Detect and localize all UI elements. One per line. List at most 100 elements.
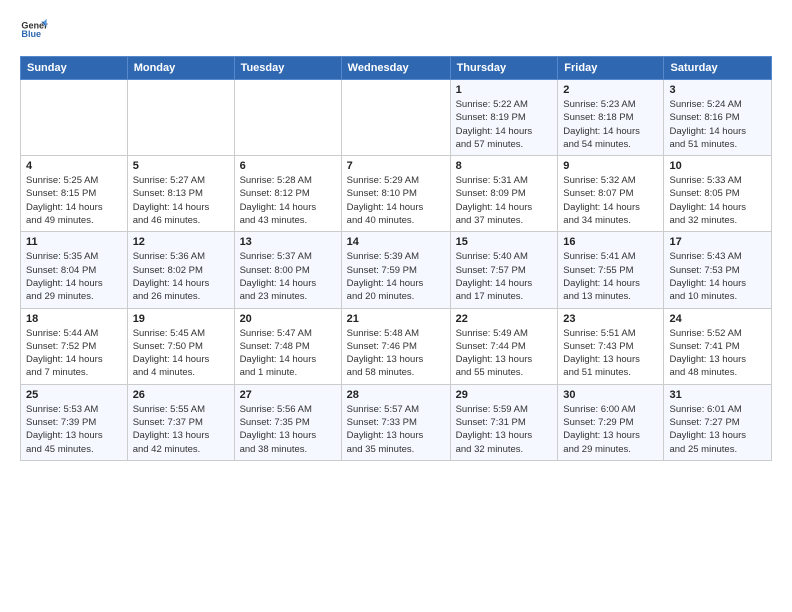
day-info: Sunrise: 5:36 AM Sunset: 8:02 PM Daylight:…: [133, 250, 229, 303]
daylight-hours: Daylight: 14 hours: [563, 202, 640, 213]
sunrise-time: Sunrise: 5:43 AM: [669, 251, 741, 262]
calendar-cell: 21Sunrise: 5:48 AMSunset: 7:46 PMDayligh…: [341, 308, 450, 384]
calendar-table: Sunday Monday Tuesday Wednesday Thursday…: [20, 56, 772, 461]
calendar-cell: 2Sunrise: 5:23 AMSunset: 8:18 PMDaylight…: [558, 80, 664, 156]
sunset-time: Sunset: 7:44 PM: [456, 341, 526, 352]
day-info: Sunrise: 5:49 AMSunset: 7:44 PMDaylight:…: [456, 327, 553, 380]
day-info-continuation: and 32 minutes.: [456, 444, 524, 455]
sunrise-time: Sunrise: 5:59 AM: [456, 404, 528, 415]
day-info: Sunrise: 5:57 AMSunset: 7:33 PMDaylight:…: [347, 403, 445, 456]
daylight-hours: Daylight: 14 hours: [240, 278, 317, 289]
sunrise-time: Sunrise: 5:36 AM: [133, 251, 205, 262]
sunrise-time: Sunrise: 5:57 AM: [347, 404, 419, 415]
sunset-time: Sunset: 7:53 PM: [669, 265, 739, 276]
calendar-cell: [21, 80, 128, 156]
day-info-continuation: and 37 minutes.: [456, 215, 524, 226]
calendar-cell: 16Sunrise: 5:41 AMSunset: 7:55 PMDayligh…: [558, 232, 664, 308]
daylight-hours: Daylight: 14 hours: [240, 202, 317, 213]
day-number: 13: [240, 236, 336, 248]
calendar-cell: [127, 80, 234, 156]
sunset-time: Sunset: 7:46 PM: [347, 341, 417, 352]
day-info-continuation: and 25 minutes.: [669, 444, 737, 455]
day-info: Sunrise: 5:44 AMSunset: 7:52 PMDaylight:…: [26, 327, 122, 380]
calendar-cell: 15Sunrise: 5:40 AMSunset: 7:57 PMDayligh…: [450, 232, 558, 308]
day-info-continuation: and 51 minutes.: [563, 367, 631, 378]
sunrise-time: Sunrise: 5:51 AM: [563, 328, 635, 339]
day-info-continuation: and 40 minutes.: [347, 215, 415, 226]
calendar-cell: 10Sunrise: 5:33 AMSunset: 8:05 PMDayligh…: [664, 156, 772, 232]
daylight-hours: Daylight: 14 hours: [133, 278, 210, 289]
day-info: Sunrise: 5:35 AMSunset: 8:04 PMDaylight:…: [26, 250, 122, 303]
day-number: 5: [133, 160, 229, 172]
day-number: 26: [133, 389, 229, 401]
daylight-hours: Daylight: 13 hours: [240, 430, 317, 441]
header-sunday: Sunday: [21, 57, 128, 80]
day-info-continuation: and 29 minutes.: [563, 444, 631, 455]
day-number: 3: [669, 84, 766, 96]
sunset-time: Sunset: 7:43 PM: [563, 341, 633, 352]
day-number: 31: [669, 389, 766, 401]
daylight-hours: Daylight: 14 hours: [456, 278, 533, 289]
sunset-time: Sunset: 8:12 PM: [240, 188, 310, 199]
sunrise-time: Sunrise: 6:01 AM: [669, 404, 741, 415]
calendar-cell: 14Sunrise: 5:39 AMSunset: 7:59 PMDayligh…: [341, 232, 450, 308]
calendar-body: 1Sunrise: 5:22 AMSunset: 8:19 PMDaylight…: [21, 80, 772, 461]
calendar-cell: 9Sunrise: 5:32 AMSunset: 8:07 PMDaylight…: [558, 156, 664, 232]
day-number: 7: [347, 160, 445, 172]
daylight-hours: Daylight: 14 hours: [456, 202, 533, 213]
sunset-time: Sunset: 7:31 PM: [456, 417, 526, 428]
sunset-time: Sunset: 8:09 PM: [456, 188, 526, 199]
day-info: Sunrise: 5:25 AMSunset: 8:15 PMDaylight:…: [26, 174, 122, 227]
sunrise-time: Sunrise: 5:31 AM: [456, 175, 528, 186]
header-tuesday: Tuesday: [234, 57, 341, 80]
logo-icon: General Blue: [20, 16, 48, 44]
header-friday: Friday: [558, 57, 664, 80]
day-number: 17: [669, 236, 766, 248]
daylight-hours: Daylight: 14 hours: [669, 126, 746, 137]
sunrise-time: Sunrise: 5:49 AM: [456, 328, 528, 339]
daylight-hours: Daylight: 13 hours: [456, 430, 533, 441]
day-info-continuation: and 10 minutes.: [669, 291, 737, 302]
calendar-cell: 25Sunrise: 5:53 AMSunset: 7:39 PMDayligh…: [21, 384, 128, 460]
sunset-time: Sunset: 8:19 PM: [456, 112, 526, 123]
sunrise-time: Sunrise: 5:23 AM: [563, 99, 635, 110]
day-number: 11: [26, 236, 122, 248]
daylight-hours: Daylight: 14 hours: [26, 354, 103, 365]
header-row: Sunday Monday Tuesday Wednesday Thursday…: [21, 57, 772, 80]
sunrise-time: Sunrise: 6:00 AM: [563, 404, 635, 415]
sunset-time: Sunset: 8:02 PM: [133, 265, 203, 276]
daylight-hours: Daylight: 13 hours: [133, 430, 210, 441]
calendar-cell: 4 Sunrise: 5:25 AMSunset: 8:15 PMDaylight…: [21, 156, 128, 232]
calendar-week-2: 4 Sunrise: 5:25 AMSunset: 8:15 PMDaylight…: [21, 156, 772, 232]
day-number: 12: [133, 236, 229, 248]
sunset-time: Sunset: 7:29 PM: [563, 417, 633, 428]
sunset-time: Sunset: 7:33 PM: [347, 417, 417, 428]
sunset-time: Sunset: 7:35 PM: [240, 417, 310, 428]
daylight-hours: Daylight: 14 hours: [26, 278, 103, 289]
day-number: 24: [669, 313, 766, 325]
daylight-hours: Daylight: 13 hours: [669, 430, 746, 441]
sunset-time: Sunset: 7:57 PM: [456, 265, 526, 276]
day-info: Sunrise: 5:48 AMSunset: 7:46 PMDaylight:…: [347, 327, 445, 380]
calendar-week-1: 1Sunrise: 5:22 AMSunset: 8:19 PMDaylight…: [21, 80, 772, 156]
daylight-hours: Daylight: 14 hours: [26, 202, 103, 213]
calendar-cell: 11 Sunrise: 5:35 AMSunset: 8:04 PMDayligh…: [21, 232, 128, 308]
daylight-hours: Daylight: 14 hours: [133, 202, 210, 213]
calendar-cell: 30Sunrise: 6:00 AMSunset: 7:29 PMDayligh…: [558, 384, 664, 460]
daylight-hours: Daylight: 14 hours: [347, 278, 424, 289]
sunrise-time: Sunrise: 5:35 AM: [26, 251, 98, 262]
day-info: Sunrise: 5:43 AMSunset: 7:53 PMDaylight:…: [669, 250, 766, 303]
day-info: Sunrise: 5:29 AMSunset: 8:10 PMDaylight:…: [347, 174, 445, 227]
sunset-time: Sunset: 8:15 PM: [26, 188, 96, 199]
day-info-continuation: and 34 minutes.: [563, 215, 631, 226]
sunset-time: Sunset: 8:05 PM: [669, 188, 739, 199]
daylight-hours: Daylight: 13 hours: [563, 430, 640, 441]
day-info-continuation: and 20 minutes.: [347, 291, 415, 302]
sunrise-time: Sunrise: 5:29 AM: [347, 175, 419, 186]
sunset-time: Sunset: 7:27 PM: [669, 417, 739, 428]
page-header: General Blue: [20, 16, 772, 44]
calendar-cell: 7 Sunrise: 5:29 AMSunset: 8:10 PMDaylight…: [341, 156, 450, 232]
day-number: 4: [26, 160, 122, 172]
day-info-continuation: and 51 minutes.: [669, 139, 737, 150]
day-info: Sunrise: 5:33 AMSunset: 8:05 PMDaylight:…: [669, 174, 766, 227]
